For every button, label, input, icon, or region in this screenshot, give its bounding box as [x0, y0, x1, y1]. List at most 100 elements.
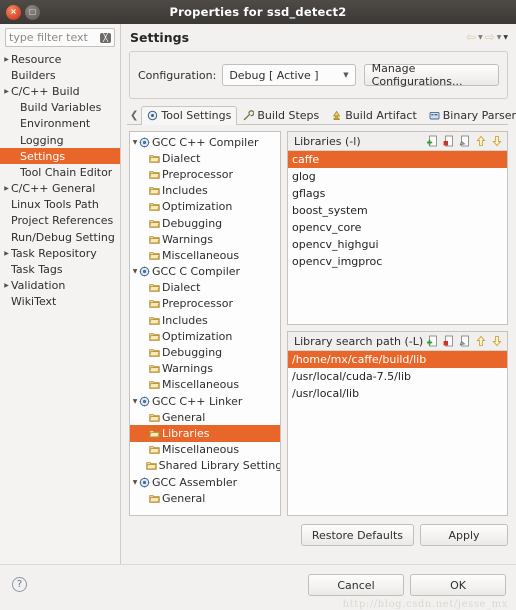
tool-tree-item-dialect[interactable]: ▶ Dialect	[130, 280, 280, 296]
list-item[interactable]: /usr/local/cuda-7.5/lib	[288, 368, 507, 385]
libraries-list[interactable]: caffe glog gflags boost_system opencv_core op…	[288, 151, 507, 324]
list-item[interactable]: caffe	[288, 151, 507, 168]
add-icon[interactable]	[427, 335, 440, 348]
tool-tree-item-dialect[interactable]: ▶ Dialect	[130, 150, 280, 166]
tool-tree-item-general[interactable]: ▶ General	[130, 490, 280, 506]
tool-tree-item-preprocessor[interactable]: ▶ Preprocessor	[130, 166, 280, 182]
maximize-button[interactable]: □	[25, 4, 40, 20]
ok-button[interactable]: OK	[410, 574, 506, 596]
collapse-arrow-icon[interactable]: ▼	[131, 268, 139, 275]
move-up-icon[interactable]	[475, 335, 488, 348]
apply-button[interactable]: Apply	[420, 524, 508, 546]
sidebar-item-task-tags[interactable]: ▶Task Tags	[0, 261, 120, 277]
sidebar-item-settings[interactable]: ▶Settings	[0, 148, 120, 165]
sidebar-item-wikitext[interactable]: ▶WikiText	[0, 294, 120, 310]
sidebar-item-builders[interactable]: ▶Builders	[0, 67, 120, 83]
tool-tree-item-optimization[interactable]: ▶ Optimization	[130, 328, 280, 344]
list-item[interactable]: glog	[288, 168, 507, 185]
sidebar-item-tool-chain-editor[interactable]: ▶Tool Chain Editor	[0, 164, 120, 180]
list-item[interactable]: /home/mx/caffe/build/lib	[288, 351, 507, 368]
cancel-button[interactable]: Cancel	[308, 574, 404, 596]
expand-arrow-icon[interactable]: ▶	[2, 56, 11, 63]
list-item[interactable]: opencv_core	[288, 219, 507, 236]
tool-tree-item-miscellaneous[interactable]: ▶ Miscellaneous	[130, 247, 280, 263]
expand-arrow-icon[interactable]: ▶	[2, 282, 11, 289]
edit-icon[interactable]	[459, 335, 472, 348]
tool-tree-item-preprocessor[interactable]: ▶ Preprocessor	[130, 296, 280, 312]
sidebar-item-c-c-general[interactable]: ▶ C/C++ General	[0, 181, 120, 197]
tab-bar: ❮ Tool Settings Build Steps Build Artifact…	[127, 104, 516, 125]
tool-tree-item-includes[interactable]: ▶ Includes	[130, 183, 280, 199]
arrow-left-icon[interactable]: ⇦	[466, 30, 476, 44]
tool-tree-item-warnings[interactable]: ▶ Warnings	[130, 361, 280, 377]
sidebar-item-linux-tools-path[interactable]: ▶Linux Tools Path	[0, 197, 120, 213]
window-title: Properties for ssd_detect2	[169, 5, 347, 19]
filter-input-wrapper[interactable]: type filter text ╳	[5, 28, 115, 47]
tool-tree-item-miscellaneous[interactable]: ▶ Miscellaneous	[130, 442, 280, 458]
delete-icon[interactable]	[443, 335, 456, 348]
view-menu-chevron-down-icon[interactable]: ▼	[503, 34, 508, 41]
collapse-arrow-icon[interactable]: ▼	[131, 139, 139, 146]
filter-input[interactable]: type filter text	[9, 31, 100, 44]
manage-configurations-button[interactable]: Manage Configurations...	[363, 62, 499, 88]
tool-tree-item-gcc-c-compiler[interactable]: ▼ GCC C++ Compiler	[130, 134, 280, 150]
expand-arrow-icon[interactable]: ▶	[2, 250, 11, 257]
delete-icon[interactable]	[443, 135, 456, 148]
configuration-selected-value: Debug [ Active ]	[229, 68, 319, 82]
tool-tree-item-debugging[interactable]: ▶ Debugging	[130, 344, 280, 360]
move-down-icon[interactable]	[491, 335, 504, 348]
tree-spacer: ▶	[11, 104, 20, 111]
list-item[interactable]: /usr/local/lib	[288, 385, 507, 402]
list-item[interactable]: opencv_highgui	[288, 236, 507, 253]
tool-tree-item-general[interactable]: ▶ General	[130, 409, 280, 425]
edit-icon[interactable]	[459, 135, 472, 148]
tree-spacer: ▶	[131, 203, 139, 210]
close-button[interactable]: ×	[6, 4, 21, 20]
list-item[interactable]: gflags	[288, 185, 507, 202]
sidebar-item-environment[interactable]: ▶Environment	[0, 116, 120, 132]
expand-arrow-icon[interactable]: ▶	[2, 88, 11, 95]
list-item[interactable]: opencv_imgproc	[288, 253, 507, 270]
clear-icon[interactable]: ╳	[100, 32, 111, 43]
tree-spacer: ▶	[2, 266, 11, 273]
forward-history-chevron-down-icon[interactable]: ▼	[497, 34, 502, 41]
sidebar-item-label: Resource	[11, 52, 62, 66]
tab-build-steps[interactable]: Build Steps	[237, 106, 325, 125]
tool-tree-item-libraries[interactable]: ▶ Libraries	[130, 425, 280, 442]
sidebar-item-build-variables[interactable]: ▶Build Variables	[0, 100, 120, 116]
list-item[interactable]: boost_system	[288, 202, 507, 219]
sidebar-item-logging[interactable]: ▶Logging	[0, 132, 120, 148]
restore-defaults-button[interactable]: Restore Defaults	[300, 524, 414, 546]
sidebar-item-c-c-build[interactable]: ▶ C/C++ Build	[0, 83, 120, 99]
tab-binary-parsers[interactable]: Binary Parsers	[423, 106, 516, 125]
tool-tree-item-debugging[interactable]: ▶ Debugging	[130, 215, 280, 231]
tool-tree-item-warnings[interactable]: ▶ Warnings	[130, 231, 280, 247]
sidebar-item-resource[interactable]: ▶ Resource	[0, 51, 120, 67]
tab-tool-settings[interactable]: Tool Settings	[141, 106, 238, 125]
chevron-left-icon[interactable]: ❮	[127, 110, 141, 124]
tool-tree-item-includes[interactable]: ▶ Includes	[130, 312, 280, 328]
tool-tree-item-optimization[interactable]: ▶ Optimization	[130, 199, 280, 215]
collapse-arrow-icon[interactable]: ▼	[131, 398, 139, 405]
tool-tree-item-gcc-assembler[interactable]: ▼ GCC Assembler	[130, 474, 280, 490]
add-icon[interactable]	[427, 135, 440, 148]
folder-icon	[149, 331, 160, 342]
sidebar-item-run-debug-setting[interactable]: ▶Run/Debug Setting	[0, 229, 120, 245]
tool-tree-item-shared-library-settings[interactable]: ▶Shared Library Settings	[130, 458, 280, 474]
search-path-list[interactable]: /home/mx/caffe/build/lib/usr/local/cuda-…	[288, 351, 507, 515]
tab-build-artifact[interactable]: Build Artifact	[325, 106, 423, 125]
tool-tree-item-gcc-c-compiler[interactable]: ▼ GCC C Compiler	[130, 264, 280, 280]
sidebar-item-task-repository[interactable]: ▶ Task Repository	[0, 245, 120, 261]
tool-tree-item-miscellaneous[interactable]: ▶ Miscellaneous	[130, 377, 280, 393]
back-history-chevron-down-icon[interactable]: ▼	[478, 34, 483, 41]
move-up-icon[interactable]	[475, 135, 488, 148]
tool-tree-item-gcc-c-linker[interactable]: ▼ GCC C++ Linker	[130, 393, 280, 409]
move-down-icon[interactable]	[491, 135, 504, 148]
configuration-select[interactable]: Debug [ Active ] ▼	[222, 64, 356, 86]
collapse-arrow-icon[interactable]: ▼	[131, 479, 139, 486]
arrow-right-icon[interactable]: ⇨	[485, 30, 495, 44]
expand-arrow-icon[interactable]: ▶	[2, 185, 11, 192]
sidebar-item-project-references[interactable]: ▶Project References	[0, 213, 120, 229]
help-icon[interactable]: ?	[12, 577, 27, 592]
sidebar-item-validation[interactable]: ▶ Validation	[0, 278, 120, 294]
